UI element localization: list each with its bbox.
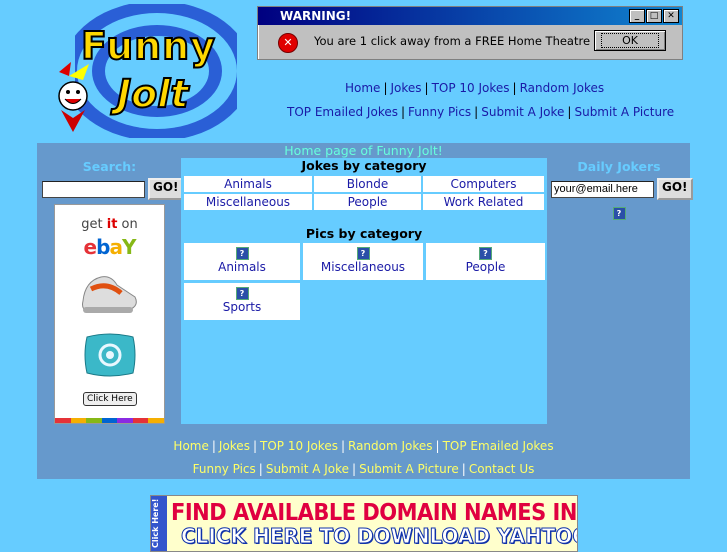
popup-titlebar: WARNING! _ □ ✕ xyxy=(258,7,682,25)
footer-submit-joke[interactable]: Submit A Joke xyxy=(266,462,349,476)
search-title: Search: xyxy=(82,159,137,174)
pic-category-label: People xyxy=(465,260,506,274)
nav-top10-jokes[interactable]: TOP 10 Jokes xyxy=(432,81,510,95)
nav-random-jokes[interactable]: Random Jokes xyxy=(520,81,605,95)
nav-jokes[interactable]: Jokes xyxy=(390,81,421,95)
pillow-image xyxy=(84,333,136,377)
email-field[interactable] xyxy=(551,180,654,198)
broken-image-icon: ? xyxy=(479,247,492,260)
popup-message: You are 1 click away from a FREE Home Th… xyxy=(314,34,591,48)
joke-category-miscellaneous[interactable]: Miscellaneous xyxy=(184,194,312,210)
footer-top-emailed-jokes[interactable]: TOP Emailed Jokes xyxy=(443,439,554,453)
ebay-get-it-on: get it on xyxy=(81,217,138,232)
footer-top10-jokes[interactable]: TOP 10 Jokes xyxy=(260,439,338,453)
popup-title: WARNING! xyxy=(280,9,352,23)
popup-ok-button[interactable]: OK xyxy=(594,30,666,51)
bottom-nav-row1: Home | Jokes | TOP 10 Jokes | Random Jokes | TOP… xyxy=(173,439,554,453)
nav-top-emailed-jokes[interactable]: TOP Emailed Jokes xyxy=(287,105,398,119)
pic-category-label: Sports xyxy=(222,300,262,314)
footer-home[interactable]: Home xyxy=(173,439,208,453)
main-panel: Home page of Funny Jolt! Search: GO! get… xyxy=(37,143,693,479)
top-nav-row1: Home | Jokes | TOP 10 Jokes | Random Jokes xyxy=(345,81,605,95)
footer-jokes[interactable]: Jokes xyxy=(219,439,250,453)
top-nav-row2: TOP Emailed Jokes | Funny Pics | Submit A Jo… xyxy=(287,105,675,119)
ebay-color-stripe xyxy=(55,418,165,423)
joke-category-computers[interactable]: Computers xyxy=(423,176,544,192)
pic-category-sports[interactable]: ? Sports xyxy=(184,283,300,320)
category-panel: Jokes by category Animals Blonde Compute… xyxy=(181,158,547,424)
ebay-ad[interactable]: get it on ebaY Click Here xyxy=(54,204,165,424)
page-title: Home page of Funny Jolt! xyxy=(284,143,443,158)
minimize-icon[interactable]: _ xyxy=(629,9,645,23)
daily-jokers-column: Daily Jokers GO! ? xyxy=(551,159,693,220)
joke-category-work-related[interactable]: Work Related xyxy=(423,194,544,210)
joke-category-blonde[interactable]: Blonde xyxy=(314,176,421,192)
nav-submit-joke[interactable]: Submit A Joke xyxy=(481,105,564,119)
warning-popup-ad[interactable]: WARNING! _ □ ✕ ✕ You are 1 click away fr… xyxy=(257,6,683,60)
search-column: Search: GO! xyxy=(42,159,184,200)
footer-submit-picture[interactable]: Submit A Picture xyxy=(359,462,459,476)
pic-category-label: Animals xyxy=(218,260,266,274)
banner-subline: CLICK HERE TO DOWNLOAD YAHTOOL FOR FREE! xyxy=(181,524,577,549)
search-input[interactable] xyxy=(42,180,145,198)
pic-category-people[interactable]: ? People xyxy=(426,243,545,280)
ebay-logo: ebaY xyxy=(83,235,137,259)
search-go-button[interactable]: GO! xyxy=(148,178,184,200)
joke-category-people[interactable]: People xyxy=(314,194,421,210)
ok-label: OK xyxy=(601,33,659,48)
joke-category-animals[interactable]: Animals xyxy=(184,176,312,192)
nav-submit-picture[interactable]: Submit A Picture xyxy=(574,105,674,119)
sneaker-image xyxy=(82,276,137,313)
yahoo-domain-banner-ad[interactable]: Click Here! FIND AVAILABLE DOMAIN NAMES … xyxy=(150,495,578,552)
error-icon: ✕ xyxy=(278,33,298,53)
broken-image-icon: ? xyxy=(235,247,249,260)
footer-random-jokes[interactable]: Random Jokes xyxy=(348,439,433,453)
banner-side-label: Click Here! xyxy=(151,496,167,551)
pics-by-category-title: Pics by category xyxy=(305,226,423,241)
banner-headline: FIND AVAILABLE DOMAIN NAMES IN YAHOO! xyxy=(171,499,577,526)
broken-image-icon: ? xyxy=(235,287,249,300)
broken-image-icon: ? xyxy=(612,207,626,220)
nav-home[interactable]: Home xyxy=(345,81,380,95)
logo-text-jolt: Jolt xyxy=(116,71,189,117)
bottom-nav-row2: Funny Pics | Submit A Joke | Submit A Pictur… xyxy=(192,462,535,476)
joke-category-grid: Animals Blonde Computers Miscellaneous P… xyxy=(184,176,544,210)
jokes-by-category-title: Jokes by category xyxy=(301,158,427,173)
funny-jolt-logo[interactable]: Funny Jolt xyxy=(37,1,252,141)
pic-category-miscellaneous[interactable]: ? Miscellaneous xyxy=(303,243,423,280)
logo-text-funny: Funny xyxy=(80,23,216,69)
subscribe-go-button[interactable]: GO! xyxy=(657,178,693,200)
ebay-click-here-button[interactable]: Click Here xyxy=(83,392,137,406)
pic-category-animals[interactable]: ? Animals xyxy=(184,243,300,280)
footer-contact-us[interactable]: Contact Us xyxy=(469,462,535,476)
pic-category-grid: ? Animals ? Miscellaneous ? People ? Sports xyxy=(184,243,545,320)
daily-jokers-title: Daily Jokers xyxy=(577,159,661,174)
footer-funny-pics[interactable]: Funny Pics xyxy=(193,462,256,476)
nav-funny-pics[interactable]: Funny Pics xyxy=(408,105,471,119)
close-icon[interactable]: ✕ xyxy=(663,9,679,23)
broken-image-icon: ? xyxy=(356,247,370,260)
maximize-icon[interactable]: □ xyxy=(646,9,662,23)
pic-category-label: Miscellaneous xyxy=(320,260,406,274)
